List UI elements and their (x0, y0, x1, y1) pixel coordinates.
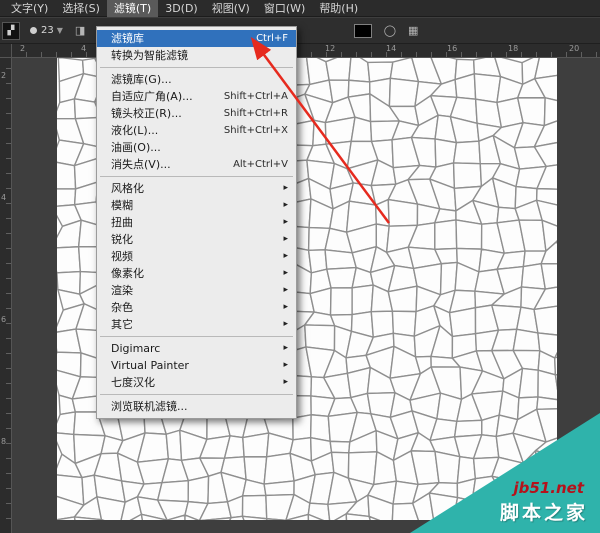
filter-menu-item[interactable]: 风格化▸ (97, 180, 296, 197)
menu-separator (100, 176, 293, 177)
submenu-arrow-icon: ▸ (283, 299, 288, 316)
filter-menu-item[interactable]: 滤镜库Ctrl+F (97, 30, 296, 47)
brush-preview-icon (30, 27, 37, 34)
filter-menu-item[interactable]: 自适应广角(A)...Shift+Ctrl+A (97, 88, 296, 105)
filter-menu-item[interactable]: 模糊▸ (97, 197, 296, 214)
brush-size-value: 23 (41, 25, 54, 36)
filter-menu-item[interactable]: 滤镜库(G)... (97, 71, 296, 88)
filter-menu-item[interactable]: 转换为智能滤镜 (97, 47, 296, 64)
filter-menu-item[interactable]: 浏览联机滤镜... (97, 398, 296, 415)
filter-menu-item[interactable]: 视频▸ (97, 248, 296, 265)
menu-separator (100, 394, 293, 395)
submenu-arrow-icon: ▸ (283, 231, 288, 248)
options-bar: ▞ 23 ▼ ◨ ▤ ◯ ▦ (0, 18, 600, 44)
menu-shortcut: Shift+Ctrl+R (224, 105, 288, 122)
menu-bar-items: 文字(Y)选择(S)滤镜(T)3D(D)视图(V)窗口(W)帮助(H) (4, 0, 365, 17)
submenu-arrow-icon: ▸ (283, 180, 288, 197)
filter-menu-item[interactable]: Digimarc▸ (97, 340, 296, 357)
ruler-number: 8 (1, 438, 6, 446)
menu-filter[interactable]: 滤镜(T) (107, 0, 158, 17)
ruler-number: 4 (1, 194, 6, 202)
ruler-number: 4 (81, 45, 86, 53)
menu-type[interactable]: 文字(Y) (4, 0, 55, 17)
filter-menu-item[interactable]: 镜头校正(R)...Shift+Ctrl+R (97, 105, 296, 122)
ruler-number: 14 (386, 45, 396, 53)
submenu-arrow-icon: ▸ (283, 214, 288, 231)
filter-menu: 滤镜库Ctrl+F转换为智能滤镜滤镜库(G)...自适应广角(A)...Shif… (96, 26, 297, 419)
filter-menu-item[interactable]: Virtual Painter▸ (97, 357, 296, 374)
filter-menu-item[interactable]: 杂色▸ (97, 299, 296, 316)
filter-menu-item[interactable]: 七度汉化▸ (97, 374, 296, 391)
menu-view[interactable]: 视图(V) (205, 0, 257, 17)
menu-shortcut: Alt+Ctrl+V (233, 156, 288, 173)
submenu-arrow-icon: ▸ (283, 282, 288, 299)
ruler-number: 2 (20, 45, 25, 53)
menu-window[interactable]: 窗口(W) (257, 0, 312, 17)
filter-menu-item[interactable]: 锐化▸ (97, 231, 296, 248)
submenu-arrow-icon: ▸ (283, 357, 288, 374)
active-tool-icon[interactable]: ▞ (2, 22, 20, 40)
brush-preset-picker[interactable]: 23 ▼ (30, 25, 63, 36)
ruler-corner (0, 44, 12, 58)
ruler-number: 20 (569, 45, 579, 53)
ruler-number: 12 (325, 45, 335, 53)
watermark-name: 脚本之家 (500, 498, 588, 525)
vertical-ruler[interactable]: 2 4 6 8 (0, 58, 12, 533)
menu-shortcut: Shift+Ctrl+A (224, 88, 288, 105)
menu-shortcut: Shift+Ctrl+X (224, 122, 288, 139)
panel-toggle-icon[interactable]: ▦ (408, 24, 418, 37)
airbrush-icon[interactable]: ◯ (384, 24, 396, 37)
submenu-arrow-icon: ▸ (283, 316, 288, 333)
filter-menu-item[interactable]: 渲染▸ (97, 282, 296, 299)
menu-separator (100, 336, 293, 337)
filter-menu-item[interactable]: 消失点(V)...Alt+Ctrl+V (97, 156, 296, 173)
submenu-arrow-icon: ▸ (283, 248, 288, 265)
ruler-number: 2 (1, 72, 6, 80)
menu-select[interactable]: 选择(S) (55, 0, 107, 17)
ruler-number: 18 (508, 45, 518, 53)
filter-menu-item[interactable]: 液化(L)...Shift+Ctrl+X (97, 122, 296, 139)
ruler-number: 16 (447, 45, 457, 53)
filter-menu-item[interactable]: 油画(O)... (97, 139, 296, 156)
ruler-number: 6 (1, 316, 6, 324)
photoshop-window: { "menu_bar": { "active": "滤镜(T)", "item… (0, 0, 600, 533)
filter-menu-item[interactable]: 像素化▸ (97, 265, 296, 282)
menu-bar: 文字(Y)选择(S)滤镜(T)3D(D)视图(V)窗口(W)帮助(H) (0, 0, 600, 17)
mode-icon[interactable]: ◨ (75, 24, 85, 37)
submenu-arrow-icon: ▸ (283, 197, 288, 214)
menu-3d[interactable]: 3D(D) (158, 0, 205, 17)
foreground-color-swatch[interactable] (354, 24, 372, 38)
menu-shortcut: Ctrl+F (256, 30, 288, 47)
menu-separator (100, 67, 293, 68)
filter-menu-item[interactable]: 其它▸ (97, 316, 296, 333)
watermark-site: jb51.net (514, 479, 584, 497)
chevron-down-icon[interactable]: ▼ (57, 26, 63, 35)
submenu-arrow-icon: ▸ (283, 265, 288, 282)
submenu-arrow-icon: ▸ (283, 374, 288, 391)
filter-menu-item[interactable]: 扭曲▸ (97, 214, 296, 231)
menu-help[interactable]: 帮助(H) (312, 0, 365, 17)
submenu-arrow-icon: ▸ (283, 340, 288, 357)
